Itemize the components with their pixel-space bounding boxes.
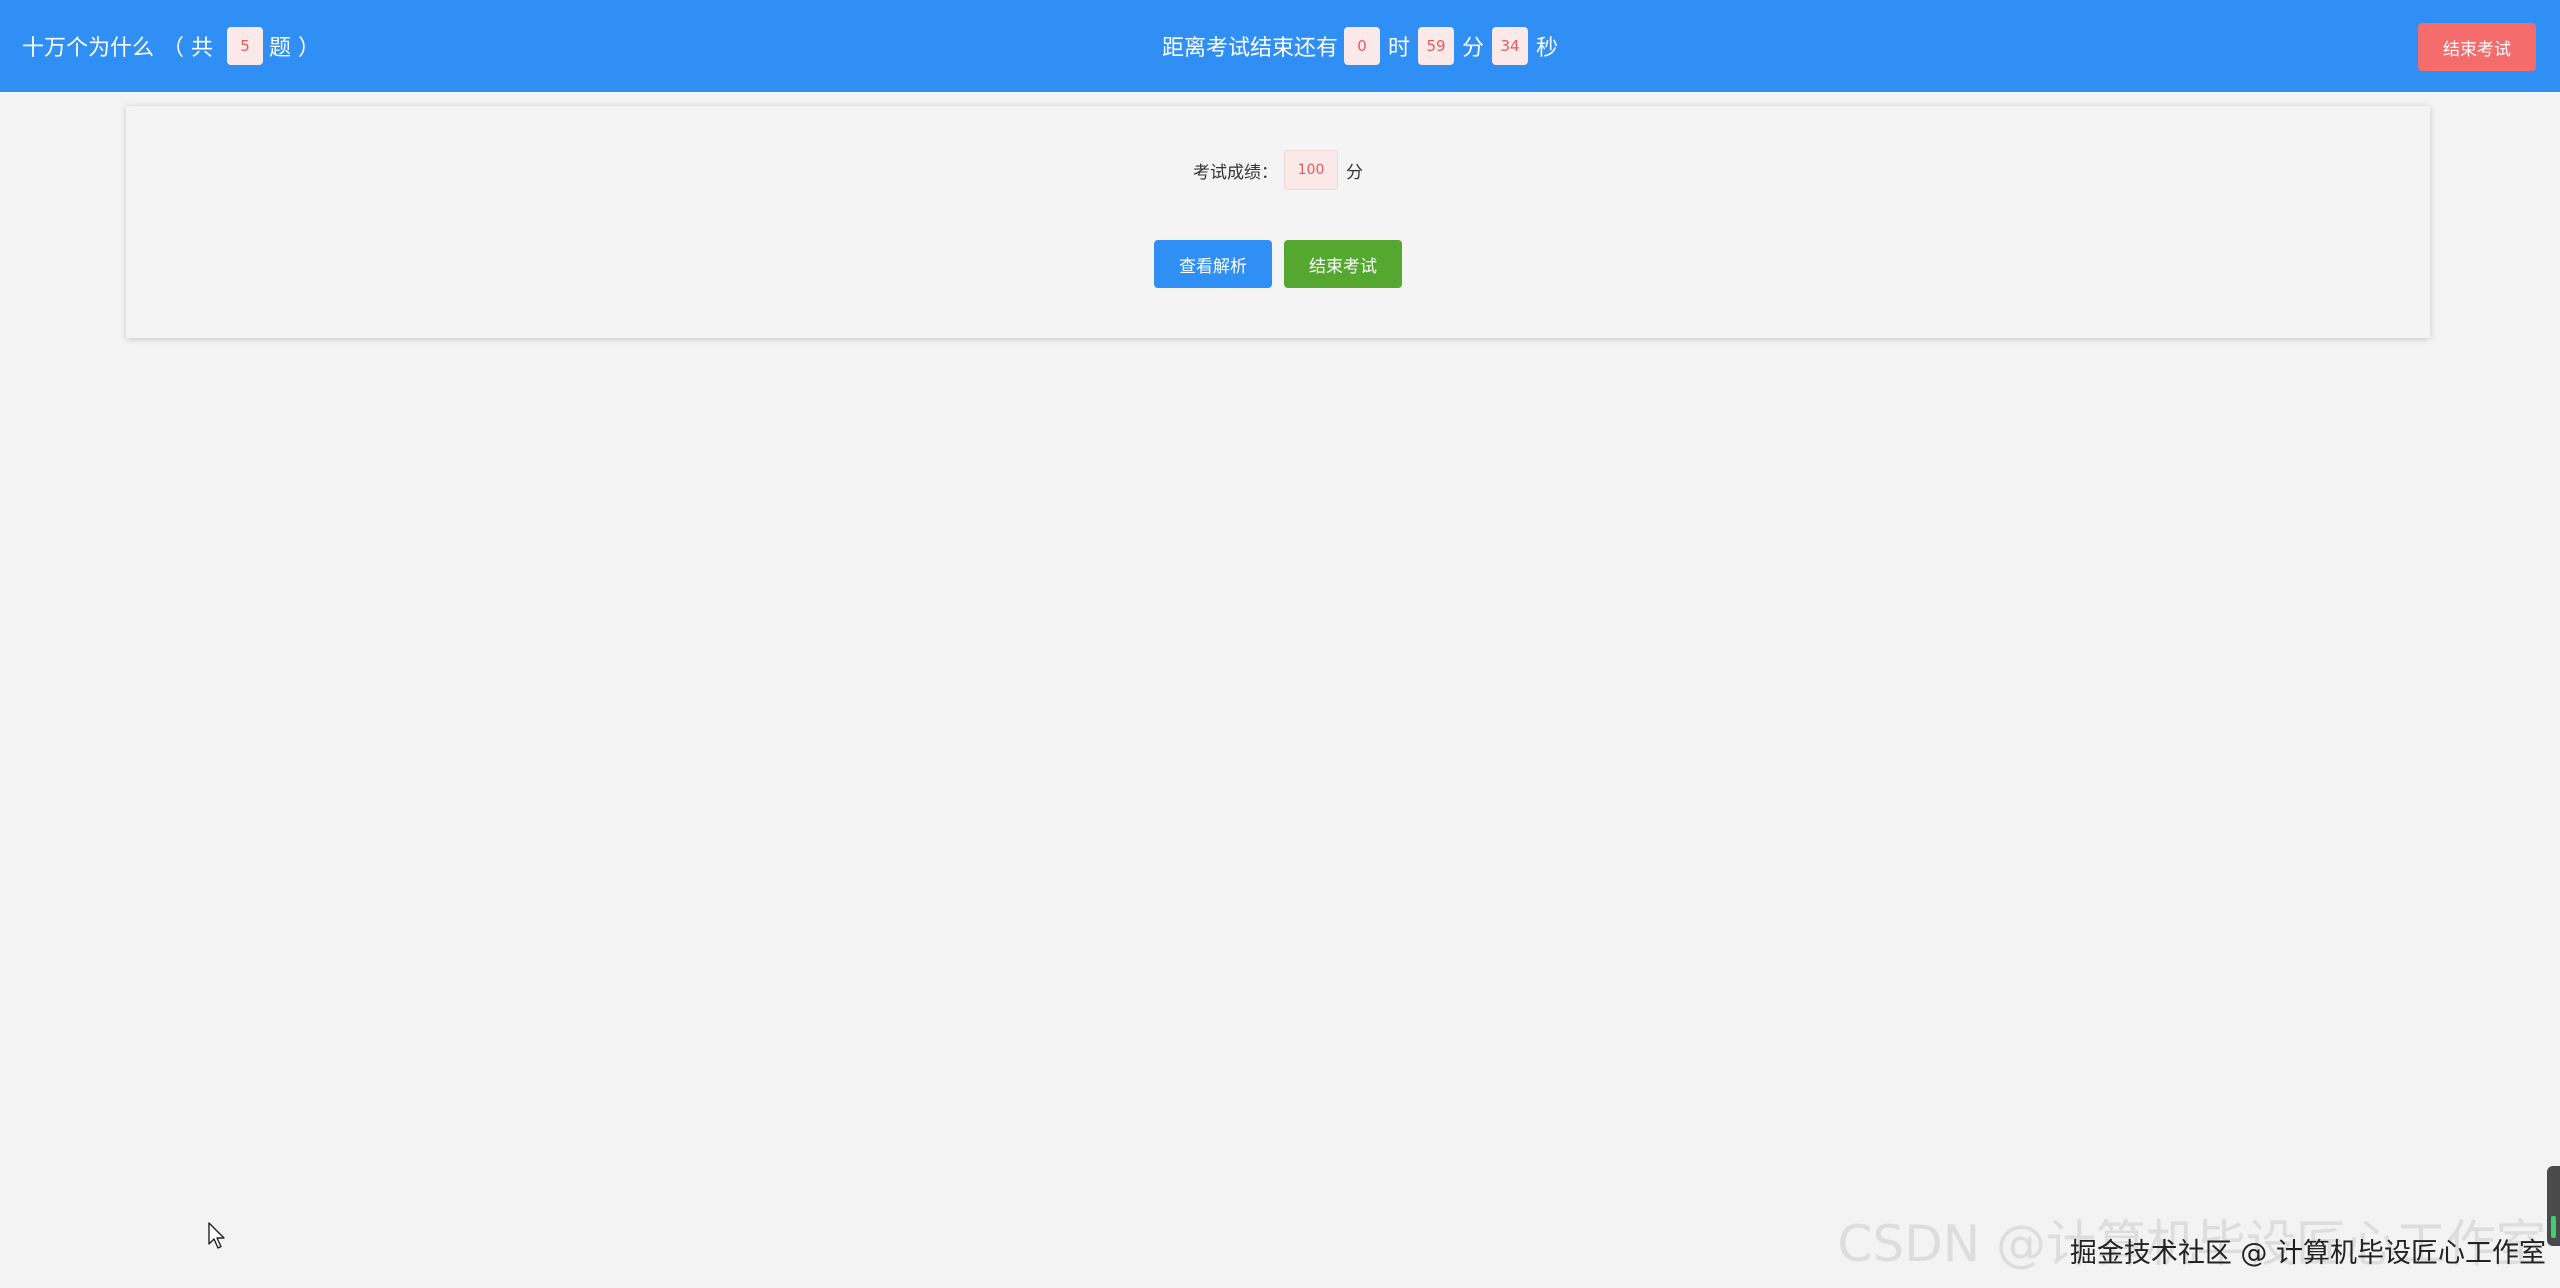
countdown-minutes: 59 bbox=[1418, 27, 1455, 65]
countdown-hours: 0 bbox=[1344, 27, 1381, 65]
countdown-label: 距离考试结束还有 bbox=[1162, 36, 1339, 61]
seconds-unit: 秒 bbox=[1536, 36, 1559, 61]
question-count-close: 题 ） bbox=[269, 36, 321, 61]
minutes-unit: 分 bbox=[1462, 36, 1485, 61]
view-analysis-button[interactable]: 查看解析 bbox=[1154, 240, 1272, 288]
score-unit: 分 bbox=[1346, 162, 1363, 183]
score-row: 考试成绩： 100 分 bbox=[126, 150, 2430, 190]
exam-result-card: 考试成绩： 100 分 查看解析 结束考试 bbox=[126, 106, 2430, 338]
top-bar: 十万个为什么 （ 共 5 题 ） 距离考试结束还有 0 时 59 分 34 秒 … bbox=[0, 0, 2560, 92]
quiz-name: 十万个为什么 bbox=[22, 36, 155, 61]
question-count-badge: 5 bbox=[227, 27, 264, 65]
hours-unit: 时 bbox=[1388, 36, 1411, 61]
watermark-foreground: 掘金技术社区 @ 计算机毕设匠心工作室 bbox=[2069, 1238, 2546, 1269]
watermark: CSDN @计算机毕设匠心工作室 掘金技术社区 @ 计算机毕设匠心工作室 bbox=[1838, 1215, 2546, 1273]
score-label: 考试成绩： bbox=[1193, 162, 1278, 183]
score-value: 100 bbox=[1284, 150, 1338, 190]
result-actions: 查看解析 结束考试 bbox=[126, 240, 2430, 288]
status-indicator-icon bbox=[2551, 1216, 2556, 1238]
floating-side-widget[interactable] bbox=[2547, 1166, 2560, 1246]
end-exam-button[interactable]: 结束考试 bbox=[2418, 23, 2536, 71]
mouse-cursor-icon bbox=[208, 1222, 225, 1249]
question-count-open: （ 共 bbox=[162, 36, 214, 61]
countdown-seconds: 34 bbox=[1492, 27, 1529, 65]
finish-exam-button[interactable]: 结束考试 bbox=[1284, 240, 1402, 288]
quiz-title: 十万个为什么 （ 共 5 题 ） bbox=[22, 0, 320, 92]
exam-countdown: 距离考试结束还有 0 时 59 分 34 秒 bbox=[1162, 0, 1560, 92]
